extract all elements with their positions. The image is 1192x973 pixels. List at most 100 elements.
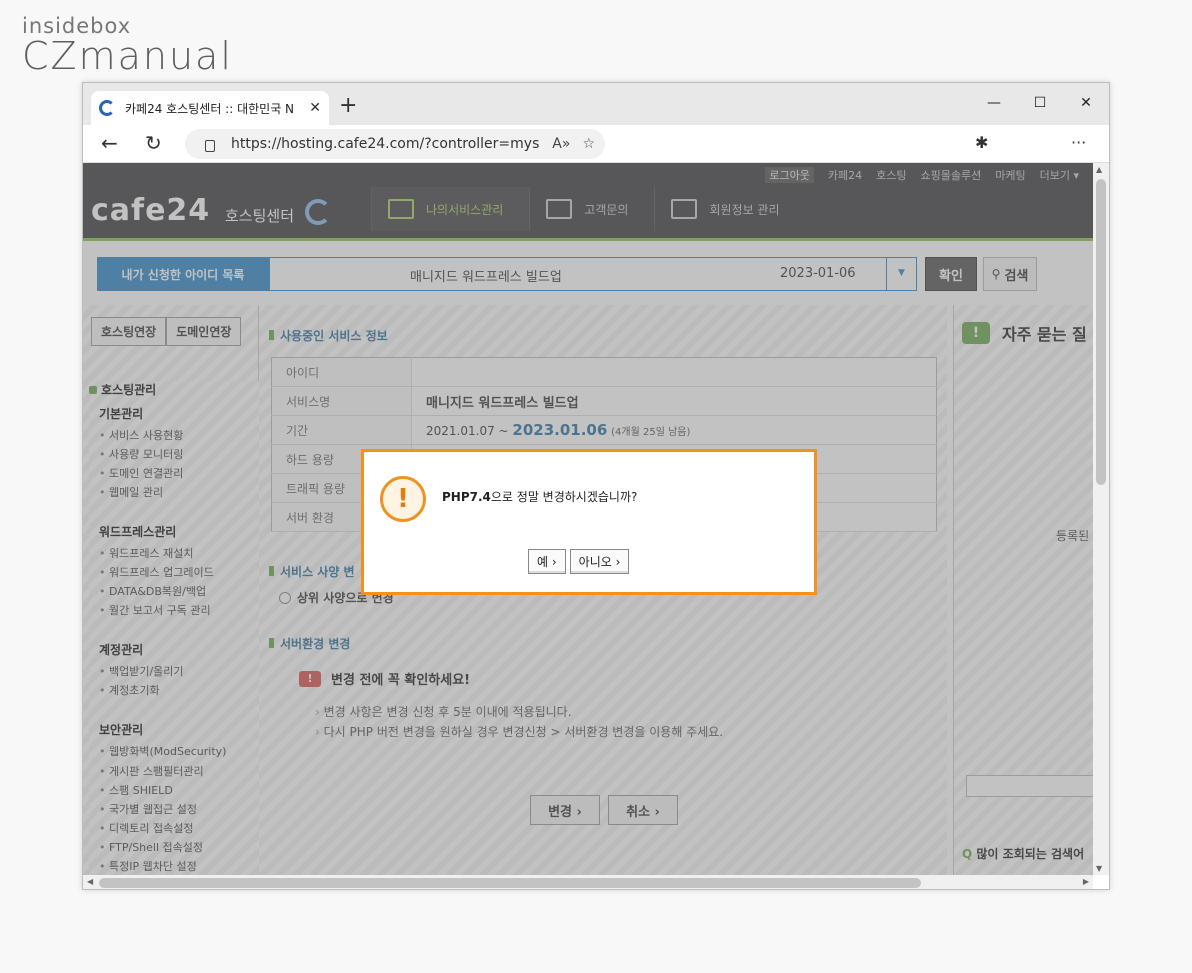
more-menu-icon[interactable]: ··· bbox=[1071, 133, 1086, 152]
watermark: insidebox CZmanual bbox=[22, 14, 233, 78]
chat-bubble-icon: ! bbox=[962, 322, 990, 344]
id-select[interactable]: 매니지드 워드프레스 빌드업 2023-01-06 ▼ bbox=[269, 257, 917, 291]
extensions-icon[interactable]: ✱ bbox=[975, 133, 988, 152]
close-window-button[interactable]: ✕ bbox=[1063, 83, 1109, 125]
row-value bbox=[411, 357, 937, 387]
cafe24-link[interactable]: 카페24 bbox=[828, 167, 862, 183]
sidebar-item[interactable]: FTP/Shell 접속설정 bbox=[99, 839, 203, 855]
sidebar-item[interactable]: 게시판 스팸필터관리 bbox=[99, 763, 204, 779]
menu-inquiry[interactable]: 고객문의 bbox=[529, 187, 654, 231]
service-info-heading: 사용중인 서비스 정보 bbox=[269, 327, 388, 344]
hosting-extend-button[interactable]: 호스팅연장 bbox=[91, 317, 167, 346]
faq-heading: ! 자주 묻는 질 bbox=[962, 321, 1087, 345]
menu-my-service[interactable]: 나의서비스관리 bbox=[371, 187, 530, 231]
domain-extend-button[interactable]: 도메인연장 bbox=[166, 317, 242, 346]
sidebar-item[interactable]: 국가별 웹접근 설정 bbox=[99, 801, 197, 817]
vertical-scroll-thumb[interactable] bbox=[1096, 179, 1106, 485]
scroll-down-icon[interactable]: ▼ bbox=[1096, 864, 1102, 873]
period-end: 2023.01.06 bbox=[512, 421, 608, 439]
faq-search-input[interactable] bbox=[966, 775, 1093, 797]
monitor-icon bbox=[546, 199, 573, 219]
url-box[interactable]: https://hosting.cafe24.com/?controller=m… bbox=[185, 129, 605, 159]
selected-service: 매니지드 워드프레스 빌드업 bbox=[410, 270, 562, 285]
refresh-icon[interactable]: ↻ bbox=[145, 131, 162, 155]
confirm-button[interactable]: 확인 bbox=[925, 257, 977, 291]
right-panel: ! 자주 묻는 질 등록된 많이 조회되는 검색어 bbox=[953, 305, 1093, 875]
close-tab-icon[interactable]: ✕ bbox=[309, 100, 321, 116]
shop-solution-link[interactable]: 쇼핑몰솔루션 bbox=[921, 167, 982, 183]
change-button[interactable]: 변경 › bbox=[530, 795, 600, 825]
read-aloud-icon[interactable]: A» bbox=[552, 136, 570, 152]
id-selector-bar: 내가 신청한 아이디 목록 매니지드 워드프레스 빌드업 2023-01-06 … bbox=[97, 257, 917, 291]
table-row: 서비스명 매니지드 워드프레스 빌드업 bbox=[271, 386, 937, 416]
add-favorite-icon[interactable]: ☆ bbox=[582, 136, 595, 152]
search-icon: ⚲ bbox=[991, 267, 1001, 281]
menu-label: 회원정보 관리 bbox=[709, 202, 780, 217]
sidebar-item[interactable]: 워드프레스 재설치 bbox=[99, 545, 193, 561]
menu-label: 고객문의 bbox=[584, 202, 629, 217]
browser-tab[interactable]: 카페24 호스팅센터 :: 대한민국 N ✕ bbox=[91, 91, 329, 125]
sidebar-item[interactable]: 스팸 SHIELD bbox=[99, 782, 173, 798]
dialog-buttons: 예 › 아니오 › bbox=[528, 549, 630, 574]
logo-c-icon bbox=[305, 199, 331, 225]
horizontal-scroll-thumb[interactable] bbox=[99, 878, 921, 888]
back-arrow-icon[interactable]: ← bbox=[101, 131, 118, 155]
dialog-question: 으로 정말 변경하시겠습니까? bbox=[490, 490, 638, 504]
logout-link[interactable]: 로그아웃 bbox=[765, 167, 814, 183]
cancel-button[interactable]: 취소 › bbox=[608, 795, 678, 825]
sidebar-item[interactable]: 월간 보고서 구독 관리 bbox=[99, 602, 211, 618]
yes-button[interactable]: 예 › bbox=[528, 549, 566, 574]
scroll-right-icon[interactable]: ▶ bbox=[1083, 877, 1089, 886]
maximize-button[interactable]: ☐ bbox=[1017, 83, 1063, 125]
period-value: 2021.01.07 ~ 2023.01.06 (4개월 25일 남음) bbox=[411, 415, 937, 445]
sidebar-item[interactable]: 웹방화벽(ModSecurity) bbox=[99, 743, 226, 759]
hosting-link[interactable]: 호스팅 bbox=[876, 167, 906, 183]
url-text[interactable]: https://hosting.cafe24.com/?controller=m… bbox=[231, 136, 540, 152]
menu-member-info[interactable]: 회원정보 관리 bbox=[654, 187, 805, 231]
sidebar-item[interactable]: 사용량 모니터링 bbox=[99, 446, 183, 462]
vertical-scrollbar[interactable]: ▲ ▼ bbox=[1093, 163, 1109, 875]
site-logo-sub: 호스팅센터 bbox=[225, 207, 295, 225]
address-bar: ← ↻ https://hosting.cafe24.com/?controll… bbox=[83, 125, 1109, 163]
sidebar-item[interactable]: 디렉토리 접속설정 bbox=[99, 820, 193, 836]
radio-circle[interactable] bbox=[279, 591, 291, 604]
confirm-dialog: ! PHP7.4으로 정말 변경하시겠습니까? 예 › 아니오 › bbox=[361, 449, 817, 595]
sidebar-item[interactable]: 워드프레스 업그레이드 bbox=[99, 564, 214, 580]
sidebar-item[interactable]: 특정IP 웹차단 설정 bbox=[99, 858, 197, 874]
server-env-heading: 서버환경 변경 bbox=[269, 635, 350, 652]
minimize-button[interactable]: — bbox=[971, 83, 1017, 125]
registered-text: 등록된 bbox=[1056, 529, 1090, 543]
sidebar-item[interactable]: DATA&DB복원/백업 bbox=[99, 583, 206, 599]
site-header: 로그아웃 카페24 호스팅 쇼핑몰솔루션 마케팅 더보기 ▾ cafe24 호스… bbox=[83, 163, 1093, 241]
row-key: 아이디 bbox=[271, 357, 412, 387]
table-row: 아이디 bbox=[271, 357, 937, 387]
sidebar-item[interactable]: 백업받기/올리기 bbox=[99, 663, 184, 679]
sidebar-item[interactable]: 웹메일 관리 bbox=[99, 484, 163, 500]
popular-search-heading: 많이 조회되는 검색어 bbox=[962, 845, 1084, 862]
cafe24-favicon-icon bbox=[99, 100, 115, 116]
site-logo[interactable]: cafe24 bbox=[91, 193, 210, 228]
chevron-down-icon[interactable]: ▼ bbox=[886, 258, 916, 290]
monitor-user-icon bbox=[671, 199, 698, 219]
period-remain: (4개월 25일 남음) bbox=[611, 427, 691, 438]
lock-icon bbox=[205, 140, 215, 152]
new-tab-button[interactable]: + bbox=[339, 93, 357, 118]
sidebar-item[interactable]: 도메인 연결관리 bbox=[99, 465, 183, 481]
spec-change-heading: 서비스 사양 변 bbox=[269, 563, 355, 580]
scroll-up-icon[interactable]: ▲ bbox=[1096, 165, 1102, 174]
sidebar-item[interactable]: 계정초기화 bbox=[99, 682, 160, 698]
horizontal-scrollbar[interactable]: ◀ ▶ bbox=[83, 875, 1093, 889]
sidebar-item[interactable]: 서비스 사용현황 bbox=[99, 427, 183, 443]
monitor-gear-icon bbox=[388, 199, 414, 219]
marketing-link[interactable]: 마케팅 bbox=[995, 167, 1025, 183]
faq-title: 자주 묻는 질 bbox=[1002, 325, 1087, 344]
menu-label: 나의서비스관리 bbox=[426, 202, 504, 217]
more-link[interactable]: 더보기 ▾ bbox=[1040, 167, 1079, 183]
no-button[interactable]: 아니오 › bbox=[569, 549, 630, 574]
warning-icon: ! bbox=[299, 670, 321, 687]
search-button[interactable]: ⚲ 검색 bbox=[983, 257, 1037, 291]
row-key: 서비스명 bbox=[271, 386, 412, 416]
group-basic: 기본관리 bbox=[99, 407, 144, 421]
top-links: 로그아웃 카페24 호스팅 쇼핑몰솔루션 마케팅 더보기 ▾ bbox=[765, 167, 1079, 183]
scroll-left-icon[interactable]: ◀ bbox=[87, 877, 93, 886]
